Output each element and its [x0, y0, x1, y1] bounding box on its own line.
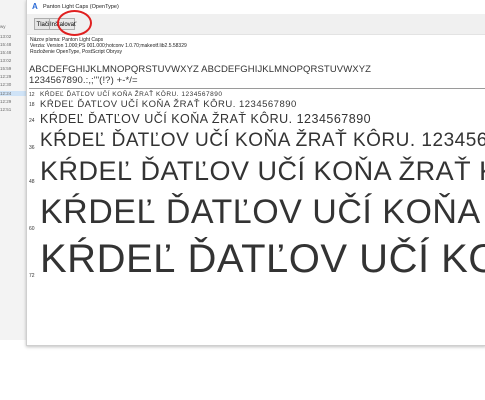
font-viewer-window: A Panton Light Caps (OpenType) Tlačiť In…: [26, 0, 485, 346]
background-item: 15:48: [0, 50, 12, 55]
font-info: Názov písma: Panton Light Caps Verzia: V…: [30, 37, 187, 55]
sample-size: 72: [29, 273, 35, 279]
sample-text: KŔDEĽ ĎATĽOV UČÍ KOŇA ŽRAŤ KÔRU. 1234567…: [40, 193, 485, 231]
background-item: 12:29: [0, 74, 12, 79]
toolbar: Tlačiť Inštalovať: [27, 14, 485, 35]
background-item: 12:29: [0, 99, 12, 104]
highlight-circle: [57, 10, 92, 36]
background-item: 12:30: [0, 82, 12, 87]
background-item: 13:02: [0, 58, 12, 63]
sample-text: KŔDEĽ ĎATĽOV UČÍ KOŇA ŽRAŤ KÔRU. 1234567…: [40, 237, 485, 281]
background-item: 12:24: [0, 91, 26, 96]
window-title: Panton Light Caps (OpenType): [43, 4, 119, 10]
sample-size: 60: [29, 226, 35, 232]
background-item: 15:59: [0, 66, 12, 71]
background-item: 12:51: [0, 107, 12, 112]
sample-size: 36: [29, 145, 35, 151]
font-app-icon: A: [32, 2, 38, 11]
charset-symbols: 1234567890.:,;'"(!?) +-*/=: [29, 75, 138, 86]
background-item: wy: [0, 24, 6, 29]
background-item: 15:48: [0, 42, 12, 47]
title-bar: A Panton Light Caps (OpenType): [27, 0, 485, 14]
sample-text: KŔDEĽ ĎATĽOV UČÍ KOŇA ŽRAŤ KÔRU. 1234567…: [40, 91, 223, 98]
font-outline-line: Rozloženie OpenType, PostScript Obrysy: [30, 49, 122, 55]
sample-text: KŔDEĽ ĎATĽOV UČÍ KOŇA ŽRAŤ KÔRU. 1234567…: [40, 112, 372, 126]
sample-size: 24: [29, 118, 35, 124]
sample-size: 48: [29, 179, 35, 185]
character-set: ABCDEFGHIJKLMNOPQRSTUVWXYZ ABCDEFGHIJKLM…: [29, 64, 371, 86]
background-window: wy 13:02 15:48 15:48 13:02 15:59 12:29 1…: [0, 0, 26, 340]
sample-text: KŔDEĽ ĎATĽOV UČÍ KOŇA ŽRAŤ KÔRU. 1234567…: [40, 130, 485, 151]
background-item: 13:02: [0, 34, 12, 39]
sample-size: 18: [29, 102, 35, 108]
separator-line: [29, 88, 485, 89]
charset-letters: ABCDEFGHIJKLMNOPQRSTUVWXYZ ABCDEFGHIJKLM…: [29, 64, 372, 75]
sample-text: KŔDEĽ ĎATĽOV UČÍ KOŇA ŽRAŤ KÔRU. 1234567…: [40, 156, 485, 186]
sample-text: KŔDEĽ ĎATĽOV UČÍ KOŇA ŽRAŤ KÔRU. 1234567…: [40, 99, 297, 110]
sample-size: 12: [29, 92, 35, 98]
